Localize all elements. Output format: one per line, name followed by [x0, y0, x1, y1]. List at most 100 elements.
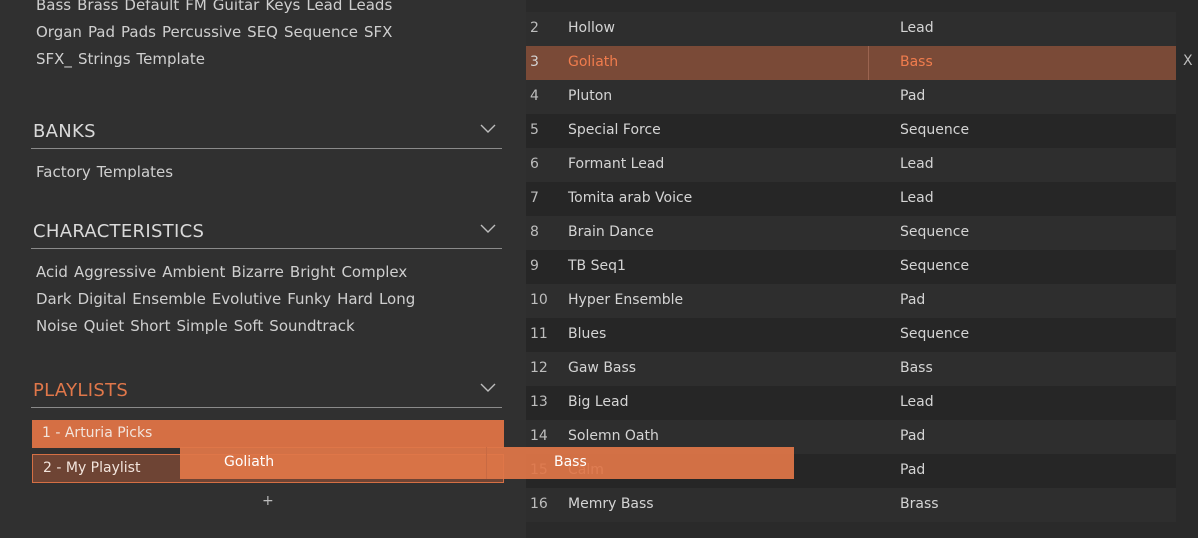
preset-type: Pad: [900, 428, 926, 444]
preset-name: Formant Lead: [568, 156, 665, 172]
preset-number: 10: [530, 292, 548, 308]
remove-preset-button[interactable]: X: [1183, 53, 1193, 69]
preset-number: 9: [530, 258, 539, 274]
characteristic-tag[interactable]: Acid: [36, 263, 68, 281]
preset-number: 2: [530, 20, 539, 36]
type-tag[interactable]: Template: [137, 50, 205, 68]
preset-row[interactable]: 6 Formant Lead Lead: [526, 148, 1176, 182]
characteristic-tag[interactable]: Ambient: [162, 263, 225, 281]
preset-type: Bass: [900, 54, 933, 70]
preset-number: 4: [530, 88, 539, 104]
characteristics-section-header[interactable]: CHARACTERISTICS: [31, 218, 502, 249]
drag-ghost-name: Goliath: [224, 454, 275, 470]
preset-number: 14: [530, 428, 548, 444]
characteristic-tag[interactable]: Soft: [234, 317, 264, 335]
characteristic-tag[interactable]: Short: [130, 317, 170, 335]
playlist-item[interactable]: 1 - Arturia Picks: [32, 420, 504, 448]
preset-type: Pad: [900, 88, 926, 104]
characteristic-tag[interactable]: Quiet: [84, 317, 125, 335]
banks-title: BANKS: [33, 121, 96, 142]
preset-number: 3: [530, 54, 539, 70]
preset-type: Sequence: [900, 326, 970, 342]
type-tag[interactable]: Guitar: [213, 0, 260, 14]
type-tag[interactable]: Percussive: [162, 23, 241, 41]
preset-type: Brass: [900, 496, 939, 512]
preset-name: Hyper Ensemble: [568, 292, 684, 308]
preset-row[interactable]: 16 Memry Bass Brass: [526, 488, 1176, 522]
preset-name: Special Force: [568, 122, 661, 138]
type-tag[interactable]: Leads: [348, 0, 392, 14]
playlists-section-header[interactable]: PLAYLISTS: [31, 377, 502, 408]
type-tag[interactable]: Lead: [306, 0, 342, 14]
add-playlist-button[interactable]: +: [262, 493, 274, 509]
preset-row[interactable]: 5 Special Force Sequence: [526, 114, 1176, 148]
preset-row[interactable]: 11 Blues Sequence: [526, 318, 1176, 352]
banks-tag-list: Factory Templates: [36, 159, 476, 186]
characteristic-tag[interactable]: Aggressive: [74, 263, 156, 281]
preset-row[interactable]: 9 TB Seq1 Sequence: [526, 250, 1176, 284]
preset-row[interactable]: 12 Gaw Bass Bass: [526, 352, 1176, 386]
characteristic-tag[interactable]: Ensemble: [132, 290, 206, 308]
preset-name: Pluton: [568, 88, 613, 104]
type-tag[interactable]: SEQ: [247, 23, 278, 41]
drag-ghost-divider: [486, 447, 487, 479]
preset-type: Sequence: [900, 258, 970, 274]
characteristic-tag[interactable]: Long: [379, 290, 415, 308]
type-tag[interactable]: Bass: [36, 0, 71, 14]
drag-ghost-type: Bass: [554, 454, 587, 470]
preset-type: Sequence: [900, 122, 970, 138]
type-tag[interactable]: Pad: [88, 23, 115, 41]
tag-line: Organ Pad Pads Percussive SEQ Sequence SFX: [36, 19, 476, 46]
characteristic-tag[interactable]: Simple: [176, 317, 227, 335]
type-tag[interactable]: Default: [124, 0, 179, 14]
preset-row[interactable]: 7 Tomita arab Voice Lead: [526, 182, 1176, 216]
characteristic-tag[interactable]: Digital: [78, 290, 127, 308]
type-tag[interactable]: Sequence: [284, 23, 358, 41]
preset-number: 7: [530, 190, 539, 206]
tag-line: Noise Quiet Short Simple Soft Soundtrack: [36, 313, 476, 340]
characteristic-tag[interactable]: Complex: [341, 263, 407, 281]
tag-line: SFX_ Strings Template: [36, 46, 476, 73]
preset-row[interactable]: 4 Pluton Pad: [526, 80, 1176, 114]
preset-row[interactable]: 2 Hollow Lead: [526, 12, 1176, 46]
preset-name: Tomita arab Voice: [568, 190, 693, 206]
preset-number: 8: [530, 224, 539, 240]
preset-type: Lead: [900, 190, 934, 206]
bank-tag[interactable]: Factory: [36, 163, 91, 181]
chevron-down-icon[interactable]: [480, 379, 496, 395]
type-tag[interactable]: Keys: [265, 0, 300, 14]
type-tag[interactable]: FM: [185, 0, 207, 14]
preset-number: 5: [530, 122, 539, 138]
characteristic-tag[interactable]: Hard: [337, 290, 373, 308]
characteristics-title: CHARACTERISTICS: [33, 221, 205, 242]
chevron-down-icon[interactable]: [480, 220, 496, 236]
characteristic-tag[interactable]: Evolutive: [212, 290, 281, 308]
preset-name: Solemn Oath: [568, 428, 659, 444]
type-tag[interactable]: Strings: [78, 50, 131, 68]
preset-row[interactable]: 13 Big Lead Lead: [526, 386, 1176, 420]
type-tag[interactable]: Organ: [36, 23, 82, 41]
characteristic-tag[interactable]: Funky: [287, 290, 331, 308]
preset-row[interactable]: 8 Brain Dance Sequence: [526, 216, 1176, 250]
tag-line: Acid Aggressive Ambient Bizarre Bright Comple…: [36, 259, 476, 286]
characteristic-tag[interactable]: Bizarre: [231, 263, 284, 281]
drag-ghost-row[interactable]: Goliath Bass: [180, 447, 794, 479]
type-tag[interactable]: SFX: [364, 23, 392, 41]
characteristic-tag[interactable]: Soundtrack: [269, 317, 354, 335]
preset-number: 11: [530, 326, 548, 342]
characteristic-tag[interactable]: Noise: [36, 317, 78, 335]
characteristic-tag[interactable]: Dark: [36, 290, 72, 308]
bank-tag[interactable]: Templates: [97, 163, 173, 181]
preset-type: Sequence: [900, 224, 970, 240]
preset-row-selected[interactable]: 3 Goliath Bass: [526, 46, 1176, 80]
chevron-down-icon[interactable]: [480, 120, 496, 136]
type-tag[interactable]: SFX_: [36, 50, 72, 68]
type-tag[interactable]: Pads: [121, 23, 156, 41]
type-tag[interactable]: Brass: [77, 0, 118, 14]
preset-number: 12: [530, 360, 548, 376]
preset-type: Lead: [900, 20, 934, 36]
banks-section-header[interactable]: BANKS: [31, 118, 502, 149]
characteristic-tag[interactable]: Bright: [290, 263, 336, 281]
preset-row[interactable]: 10 Hyper Ensemble Pad: [526, 284, 1176, 318]
preset-type: Pad: [900, 292, 926, 308]
